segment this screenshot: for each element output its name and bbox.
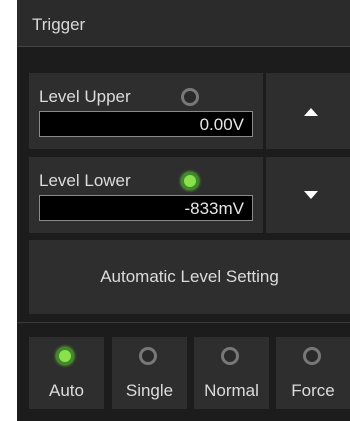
mode-force-label: Force [291, 381, 335, 400]
mode-single-indicator-icon [139, 347, 157, 365]
level-lower-label: Level Lower [39, 171, 131, 190]
triangle-up-icon [304, 108, 318, 116]
level-upper-control[interactable]: Level Upper 0.00V [29, 73, 263, 149]
level-lower-value[interactable]: -833mV [39, 195, 253, 221]
mode-force-indicator-icon [303, 347, 321, 365]
mode-normal-label: Normal [204, 381, 259, 400]
mode-auto-label: Auto [49, 381, 84, 400]
automatic-level-setting-button[interactable]: Automatic Level Setting [29, 240, 350, 314]
level-lower-indicator-icon [181, 172, 199, 190]
mode-single-label: Single [125, 381, 174, 400]
level-lower-control[interactable]: Level Lower -833mV [29, 157, 263, 233]
mode-auto-button[interactable]: Auto [29, 337, 104, 409]
trigger-panel: Trigger Level Upper 0.00V Level Lower -8… [17, 0, 350, 421]
mode-auto-indicator-icon [56, 347, 74, 365]
mode-single-button[interactable]: Single [112, 337, 187, 409]
mode-normal-indicator-icon [221, 347, 239, 365]
triangle-down-icon [304, 191, 318, 199]
title-bar: Trigger [17, 0, 350, 47]
level-upper-label: Level Upper [39, 87, 131, 106]
divider [17, 322, 350, 323]
level-up-button[interactable] [266, 73, 350, 149]
mode-normal-button[interactable]: Normal [194, 337, 269, 409]
panel-title: Trigger [32, 15, 86, 34]
automatic-level-setting-label: Automatic Level Setting [100, 267, 279, 286]
level-upper-value[interactable]: 0.00V [39, 111, 253, 137]
level-upper-indicator-icon [181, 88, 199, 106]
level-down-button[interactable] [266, 157, 350, 233]
mode-force-button[interactable]: Force [276, 337, 350, 409]
